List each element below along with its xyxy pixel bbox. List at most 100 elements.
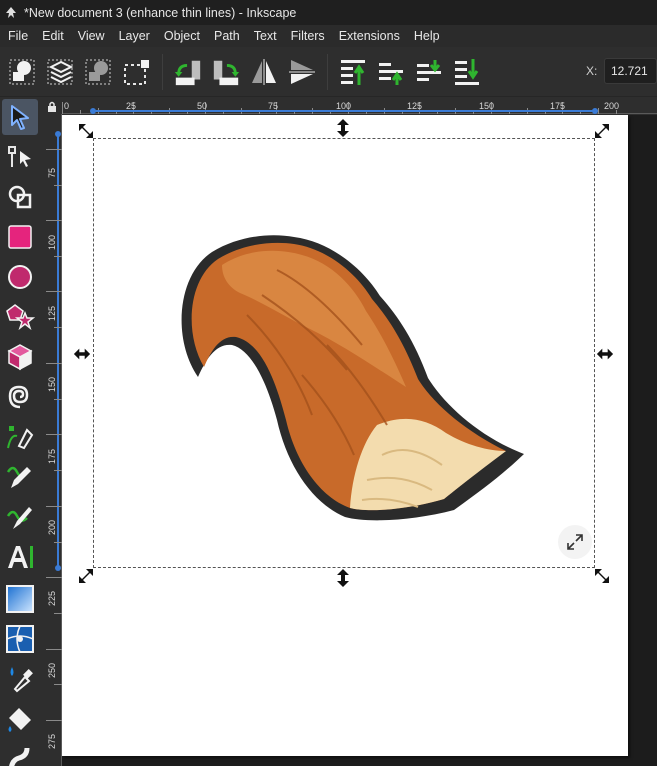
shape-builder-tool[interactable] <box>2 179 38 215</box>
ellipse-tool[interactable] <box>2 259 38 295</box>
vertical-resize-arrow-icon <box>337 119 349 137</box>
x-coordinate-field: X: 12.721 <box>586 58 657 84</box>
ruler-ticks <box>62 102 617 114</box>
lower-to-bottom-icon <box>455 58 479 85</box>
deselect-icon <box>85 59 111 84</box>
ruler-label: 50 <box>197 101 208 111</box>
3d-box-tool[interactable] <box>2 339 38 375</box>
dropper-tool[interactable] <box>2 661 38 697</box>
ruler-label: 225 <box>47 590 57 606</box>
node-tool[interactable] <box>2 139 38 175</box>
dropper-icon <box>10 667 33 693</box>
x-input[interactable]: 12.721 <box>604 58 657 84</box>
flip-horizontal-button[interactable] <box>249 57 279 87</box>
scale-handle-right[interactable] <box>596 345 614 363</box>
pen-bezier-icon <box>7 426 34 450</box>
ruler-label: 175 <box>550 101 566 111</box>
rectangle-icon <box>8 225 32 249</box>
ruler-label: 275 <box>47 733 57 749</box>
mesh-tool[interactable] <box>2 621 38 657</box>
select-all-button[interactable] <box>8 57 38 87</box>
pencil-tool[interactable] <box>2 459 38 495</box>
scale-handle-bottom-right[interactable] <box>593 567 611 585</box>
x-label: X: <box>586 64 598 78</box>
raise-to-top-button[interactable] <box>338 57 368 87</box>
diagonal-resize-arrow-icon <box>595 124 609 138</box>
spiral-tool[interactable] <box>2 379 38 415</box>
raise-to-top-icon <box>341 59 365 85</box>
selector-arrow-icon <box>11 105 29 130</box>
scale-handle-left[interactable] <box>73 345 91 363</box>
ruler-label: 0 <box>64 101 70 111</box>
tool-controls-bar <box>0 47 657 97</box>
ruler-label: 100 <box>336 101 352 111</box>
toolbar-separator <box>327 53 328 90</box>
spiral-icon <box>8 385 29 409</box>
flip-horizontal-icon <box>252 58 276 85</box>
ruler-label: 125 <box>407 101 423 111</box>
toolbox <box>0 97 40 766</box>
expand-icon <box>567 534 583 550</box>
ruler-label: 100 <box>47 234 57 250</box>
scale-handle-top[interactable] <box>334 119 352 137</box>
rotate-ccw-button[interactable] <box>173 57 203 87</box>
inkscape-logo-icon <box>0 6 22 20</box>
ruler-label: 175 <box>47 448 57 464</box>
ruler-label: 250 <box>47 662 57 678</box>
horizontal-ruler[interactable]: 0 25 50 75 100 125 150 175 200 <box>62 100 657 114</box>
menu-object[interactable]: Object <box>157 25 207 47</box>
menu-extensions[interactable]: Extensions <box>332 25 407 47</box>
rotate-cw-icon <box>213 60 240 85</box>
lower-button[interactable] <box>414 57 444 87</box>
window-title: *New document 3 (enhance thin lines) - I… <box>24 5 297 20</box>
ruler-corner <box>42 100 62 114</box>
pen-tool[interactable] <box>2 419 38 455</box>
lock-icon <box>48 101 56 112</box>
zoom-fit-button[interactable] <box>558 525 592 559</box>
paint-bucket-tool[interactable] <box>2 701 38 737</box>
ellipse-icon <box>8 265 32 289</box>
menu-help[interactable]: Help <box>407 25 447 47</box>
gradient-icon <box>6 585 34 613</box>
paint-bucket-icon <box>8 708 31 732</box>
ruler-label: 75 <box>268 101 279 111</box>
menu-path[interactable]: Path <box>207 25 247 47</box>
vertical-ruler[interactable]: 75 100 125 150 175 200 225 250 275 <box>42 114 62 766</box>
selector-tool[interactable] <box>2 99 38 135</box>
lower-to-bottom-button[interactable] <box>452 57 482 87</box>
touch-select-button[interactable] <box>122 57 152 87</box>
tweak-tool[interactable] <box>2 741 38 766</box>
layers-icon <box>47 59 74 84</box>
star-tool[interactable] <box>2 299 38 335</box>
horizontal-resize-arrow-icon <box>73 348 91 360</box>
star-polygon-icon <box>6 304 35 331</box>
flip-vertical-button[interactable] <box>287 57 317 87</box>
menu-file[interactable]: File <box>0 25 35 47</box>
menu-edit[interactable]: Edit <box>35 25 71 47</box>
toolbar-separator <box>162 53 163 90</box>
gradient-tool[interactable] <box>2 581 38 617</box>
select-all-layers-button[interactable] <box>46 57 76 87</box>
diagonal-resize-arrow-icon <box>79 569 93 583</box>
ruler-label: 75 <box>47 167 57 178</box>
ruler-label: 200 <box>604 101 620 111</box>
raise-button[interactable] <box>376 57 406 87</box>
menu-text[interactable]: Text <box>247 25 284 47</box>
scale-handle-top-right[interactable] <box>593 122 611 140</box>
rotate-cw-button[interactable] <box>211 57 241 87</box>
menu-layer[interactable]: Layer <box>112 25 157 47</box>
scale-handle-bottom-left[interactable] <box>77 567 95 585</box>
deselect-button[interactable] <box>84 57 114 87</box>
scale-handle-bottom[interactable] <box>334 569 352 587</box>
rectangle-tool[interactable] <box>2 219 38 255</box>
menu-view[interactable]: View <box>71 25 112 47</box>
scale-handle-top-left[interactable] <box>77 122 95 140</box>
text-tool[interactable] <box>2 539 38 575</box>
lower-icon <box>417 59 441 81</box>
calligraphy-tool[interactable] <box>2 499 38 535</box>
shape-builder-icon <box>8 185 32 209</box>
ruler-label: 150 <box>47 376 57 392</box>
menu-filters[interactable]: Filters <box>284 25 332 47</box>
flip-vertical-icon <box>289 59 315 84</box>
drawing-canvas[interactable] <box>62 115 657 766</box>
